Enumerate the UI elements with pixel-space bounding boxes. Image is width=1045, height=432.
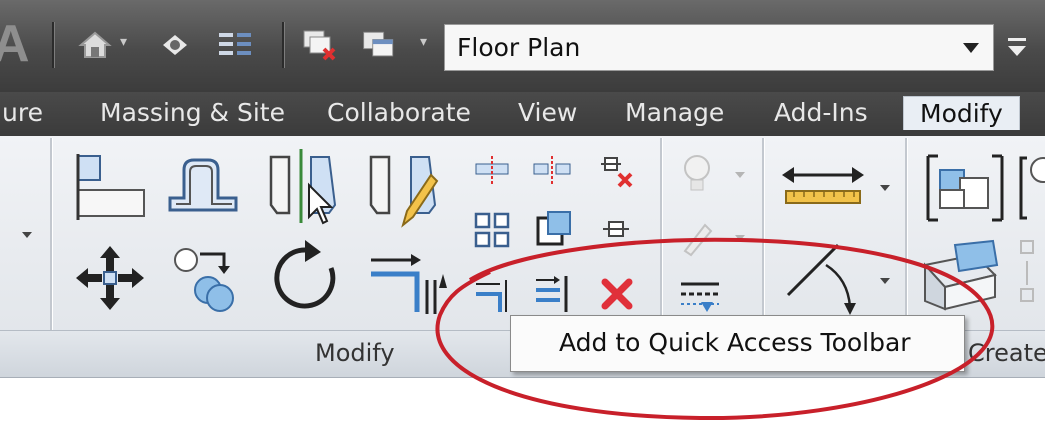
tab-add-ins[interactable]: Add-Ins <box>774 98 868 127</box>
trim-single-icon[interactable] <box>470 272 514 316</box>
view-selector-value: Floor Plan <box>457 33 581 62</box>
paint-icon <box>675 215 719 259</box>
pin-icon[interactable] <box>595 210 639 250</box>
close-windows-icon[interactable] <box>300 22 340 68</box>
create-similar-icon[interactable] <box>1015 150 1045 226</box>
ribbon-tabs: ure Massing & Site Collaborate View Mana… <box>0 92 1045 136</box>
tab-view[interactable]: View <box>518 98 577 127</box>
view-selector[interactable]: Floor Plan <box>444 24 994 71</box>
split-element-icon[interactable] <box>470 150 514 190</box>
trim-extend-icon[interactable] <box>365 240 450 316</box>
angular-dimension-icon[interactable] <box>778 235 868 320</box>
copy-icon[interactable] <box>162 240 242 316</box>
move-icon[interactable] <box>70 240 150 316</box>
chevron-down-icon[interactable]: ▾ <box>420 34 427 50</box>
tab-manage[interactable]: Manage <box>625 98 724 127</box>
mirror-pick-axis-icon[interactable] <box>265 145 340 230</box>
panel-label-create: Create <box>968 339 1045 367</box>
array-icon[interactable] <box>470 208 514 252</box>
home-icon[interactable] <box>75 22 115 68</box>
small-disabled-icon <box>1015 235 1045 311</box>
align-icon[interactable] <box>70 150 150 226</box>
tab-modify[interactable]: Modify <box>903 96 1020 130</box>
linework-icon[interactable] <box>675 272 725 316</box>
mirror-draw-axis-icon[interactable] <box>365 145 440 230</box>
chevron-down-icon[interactable] <box>735 235 745 241</box>
tab-massing-site[interactable]: Massing & Site <box>100 98 285 127</box>
context-menu: Add to Quick Access Toolbar <box>510 315 965 372</box>
split-gap-icon[interactable] <box>530 150 574 190</box>
unpin-delete-icon[interactable] <box>595 148 639 192</box>
delete-icon[interactable] <box>595 272 639 316</box>
tab-collaborate[interactable]: Collaborate <box>327 98 471 127</box>
tab-structure[interactable]: ure <box>2 98 43 127</box>
panel-label-modify: Modify <box>315 339 395 367</box>
measure-icon[interactable] <box>778 155 868 215</box>
qat-customize-icon[interactable] <box>1002 30 1032 66</box>
app-menu-button[interactable]: A <box>0 15 45 73</box>
chevron-down-icon[interactable] <box>880 185 890 191</box>
chevron-down-icon[interactable]: ▾ <box>120 34 127 50</box>
rotate-icon[interactable] <box>265 240 345 316</box>
menu-item-add-to-qat[interactable]: Add to Quick Access Toolbar <box>559 328 911 357</box>
trim-multiple-icon[interactable] <box>530 272 574 316</box>
chevron-down-icon[interactable] <box>735 172 745 178</box>
parts-icon[interactable] <box>915 235 1005 315</box>
lightbulb-icon <box>675 150 719 198</box>
quick-access-toolbar: A ▾ ▾ Floor Plan <box>0 0 1045 92</box>
app-logo-letter: A <box>0 15 30 73</box>
chevron-down-icon[interactable] <box>963 43 979 53</box>
list-icon[interactable] <box>215 22 255 68</box>
chevron-down-icon[interactable] <box>880 278 890 284</box>
pin-icon[interactable] <box>155 22 195 68</box>
chevron-down-icon[interactable] <box>22 232 32 238</box>
offset-icon[interactable] <box>162 150 242 226</box>
switch-windows-icon[interactable] <box>360 22 400 68</box>
create-group-icon[interactable] <box>920 148 1010 228</box>
scale-icon[interactable] <box>530 208 574 252</box>
